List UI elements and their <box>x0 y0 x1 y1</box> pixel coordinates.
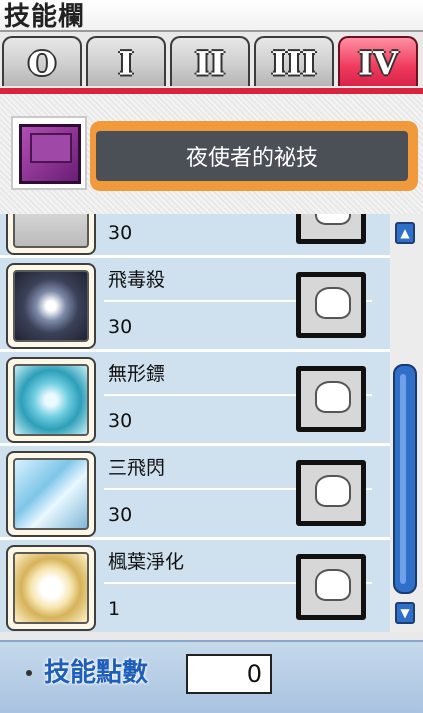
tab-1st-job[interactable]: I <box>86 36 166 86</box>
skill-level-up-button[interactable] <box>296 554 366 620</box>
skill-row[interactable]: 無形鏢 30 <box>0 352 378 446</box>
tab-label: O <box>28 44 56 83</box>
skill-job-tabs: O I II III IV <box>0 36 423 88</box>
tab-label: III <box>271 44 317 83</box>
skill-list-scrollbar[interactable]: ▲ ▼ <box>390 214 423 632</box>
shadow-star-skill-icon[interactable] <box>6 357 96 443</box>
skill-book-title: 夜使者的祕技 <box>185 146 318 171</box>
maple-cleanse-skill-icon[interactable] <box>6 545 96 631</box>
chevron-up-icon: ▲ <box>400 226 410 240</box>
window-title-bar[interactable]: 技能欄 <box>0 0 423 32</box>
skill-book-icon <box>11 116 87 190</box>
skill-row[interactable]: 30 <box>0 214 378 258</box>
scrollbar-thumb[interactable] <box>393 364 417 594</box>
tab-label: IV <box>358 44 398 83</box>
skill-level-up-button[interactable] <box>296 460 366 526</box>
skill-level-up-button[interactable] <box>296 366 366 432</box>
skill-list[interactable]: 30 飛毒殺 30 無形鏢 30 三飛閃 30 楓葉淨化 1 <box>0 214 390 632</box>
skill-points-label: 技能點數 <box>44 658 149 688</box>
chevron-down-icon: ▼ <box>400 606 410 620</box>
tab-4th-job[interactable]: IV <box>338 36 418 86</box>
skill-book-header: 夜使者的祕技 <box>0 94 423 214</box>
triple-throw-skill-icon[interactable] <box>6 451 96 537</box>
tab-label: I <box>118 44 134 83</box>
skill-level-up-button[interactable] <box>296 214 366 244</box>
bullet-icon <box>26 670 32 676</box>
tab-beginner[interactable]: O <box>2 36 82 86</box>
skill-row[interactable]: 楓葉淨化 1 <box>0 540 378 632</box>
tab-3rd-job[interactable]: III <box>254 36 334 86</box>
tab-label: II <box>195 44 225 83</box>
level-up-face-icon <box>315 287 351 319</box>
level-up-face-icon <box>315 569 351 601</box>
skill-points-value: 0 <box>246 660 262 688</box>
skill-icon-partial[interactable] <box>6 214 96 255</box>
skill-book-title-frame: 夜使者的祕技 <box>90 121 418 191</box>
scroll-down-button[interactable]: ▼ <box>395 602 415 624</box>
level-up-face-icon <box>315 381 351 413</box>
skill-points-bar: 技能點數 0 <box>0 640 423 713</box>
skill-row[interactable]: 三飛閃 30 <box>0 446 378 540</box>
skill-level-up-button[interactable] <box>296 272 366 338</box>
level-up-face-icon <box>315 214 351 225</box>
shuriken-poison-skill-icon[interactable] <box>6 263 96 349</box>
skill-row[interactable]: 飛毒殺 30 <box>0 258 378 352</box>
skill-points-field: 0 <box>186 654 272 694</box>
level-up-face-icon <box>315 475 351 507</box>
tab-2nd-job[interactable]: II <box>170 36 250 86</box>
scroll-up-button[interactable]: ▲ <box>395 222 415 244</box>
window-title: 技能欄 <box>4 2 86 32</box>
